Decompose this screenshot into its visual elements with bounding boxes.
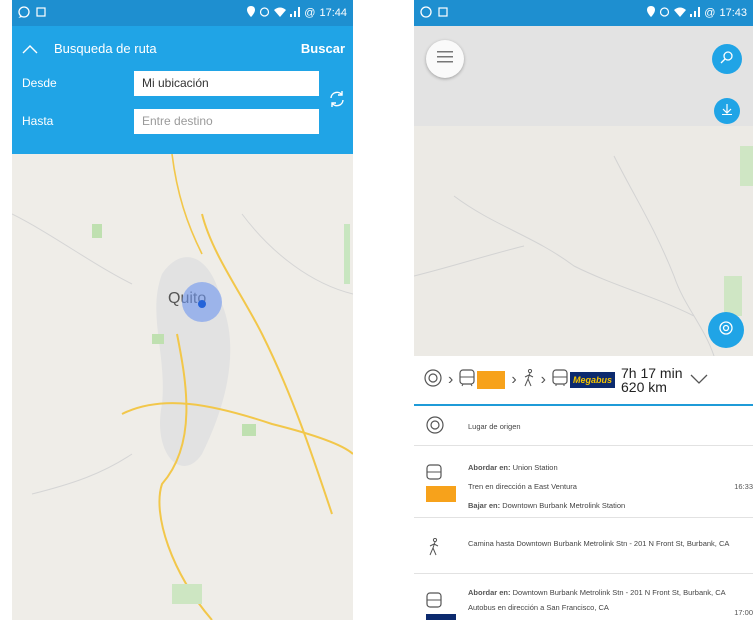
map-view[interactable]: [414, 26, 753, 356]
expand-chevron-icon[interactable]: [690, 371, 708, 389]
route-result-screen: @ 17:43 › › › Megabus 7h 17 min 620 km L…: [414, 0, 753, 620]
chevron-right-icon: ›: [540, 371, 546, 388]
chevron-right-icon: ›: [448, 371, 454, 388]
swap-direction-icon[interactable]: [327, 89, 347, 109]
alight-label: Bajar en:: [468, 501, 501, 510]
from-input[interactable]: [134, 70, 319, 96]
route-summary-bar[interactable]: › › › Megabus 7h 17 min 620 km: [414, 356, 753, 406]
distance-text: 620 km: [621, 379, 667, 395]
whatsapp-icon: [420, 5, 432, 21]
location-icon: [647, 6, 656, 20]
itinerary-list: Lugar de origen Abordar en: Union Statio…: [414, 406, 753, 620]
notification-icon: [36, 6, 46, 20]
origin-icon: [424, 368, 442, 392]
carrier-badge: Megabus: [569, 372, 615, 388]
map-view[interactable]: Quito: [12, 154, 353, 620]
board-station: Union Station: [512, 463, 558, 472]
train-line-color: [477, 371, 506, 389]
bus-icon: [426, 592, 442, 615]
walk-icon: [428, 537, 440, 561]
location-icon: [247, 6, 256, 20]
search-icon: [720, 50, 734, 69]
train-icon: [426, 464, 442, 487]
route-search-screen: @ 17:44 Busqueda de ruta Buscar Desde Ha…: [12, 0, 353, 620]
wifi-icon: [674, 7, 687, 20]
from-label: Desde: [22, 76, 57, 90]
battery-indicator: @: [304, 7, 316, 19]
train-icon: [459, 368, 475, 392]
my-location-button[interactable]: [708, 312, 744, 348]
crosshair-icon: [717, 319, 735, 342]
route-search-header: Busqueda de ruta Buscar Desde Hasta: [12, 26, 353, 154]
train-direction: Tren en dirección a East Ventura: [468, 482, 577, 491]
list-item[interactable]: Abordar en: Union Station Tren en direcc…: [414, 454, 753, 518]
list-item[interactable]: Abordar en: Downtown Burbank Metrolink S…: [414, 582, 753, 620]
menu-button[interactable]: [426, 40, 464, 78]
bus-step-text: Abordar en: Downtown Burbank Metrolink S…: [468, 587, 745, 613]
board-station: Downtown Burbank Metrolink Stn - 201 N F…: [512, 588, 726, 597]
battery-indicator: @: [704, 7, 716, 19]
board-label: Abordar en:: [468, 588, 511, 597]
origin-icon: [426, 416, 444, 439]
notification-icon: [438, 6, 448, 20]
alight-station: Downtown Burbank Metrolink Station: [502, 501, 626, 510]
list-item[interactable]: Lugar de origen: [414, 406, 753, 446]
bus-direction: Autobus en dirección a San Francisco, CA: [468, 603, 609, 612]
to-label: Hasta: [22, 114, 54, 128]
board-label: Abordar en:: [468, 463, 511, 472]
status-bar: @ 17:43: [414, 0, 753, 26]
page-title: Busqueda de ruta: [54, 40, 157, 56]
route-duration: 7h 17 min 620 km: [621, 366, 682, 394]
whatsapp-icon: [18, 5, 30, 21]
train-line-color: [426, 486, 456, 502]
origin-text: Lugar de origen: [468, 422, 521, 431]
search-button[interactable]: Buscar: [301, 41, 345, 56]
chevron-right-icon: ›: [511, 371, 517, 388]
wifi-icon: [274, 7, 287, 20]
departure-time: 16:33: [734, 482, 753, 491]
to-row: Hasta: [22, 108, 345, 134]
list-item[interactable]: Camina hasta Downtown Burbank Metrolink …: [414, 524, 753, 574]
clock: 17:43: [719, 7, 747, 19]
to-input[interactable]: [134, 108, 319, 134]
from-row: Desde: [22, 70, 345, 96]
alarm-icon: [259, 6, 270, 20]
signal-icon: [290, 6, 301, 20]
bus-icon: [552, 368, 568, 392]
train-step-text: Abordar en: Union Station Tren en direcc…: [468, 462, 745, 511]
duration-text: 7h 17 min: [621, 365, 683, 381]
download-button[interactable]: [714, 98, 740, 124]
bus-line-color: [426, 614, 456, 620]
walk-text: Camina hasta Downtown Burbank Metrolink …: [468, 539, 730, 548]
alarm-icon: [659, 6, 670, 20]
current-location-marker: [198, 300, 206, 308]
departure-time: 17:00: [734, 608, 753, 617]
clock: 17:44: [319, 7, 347, 19]
status-bar: @ 17:44: [12, 0, 353, 26]
collapse-chevron-icon[interactable]: [22, 38, 48, 59]
download-icon: [721, 102, 733, 120]
hamburger-icon: [437, 50, 453, 68]
signal-icon: [690, 6, 701, 20]
search-map-button[interactable]: [712, 44, 742, 74]
walk-icon: [523, 368, 535, 392]
